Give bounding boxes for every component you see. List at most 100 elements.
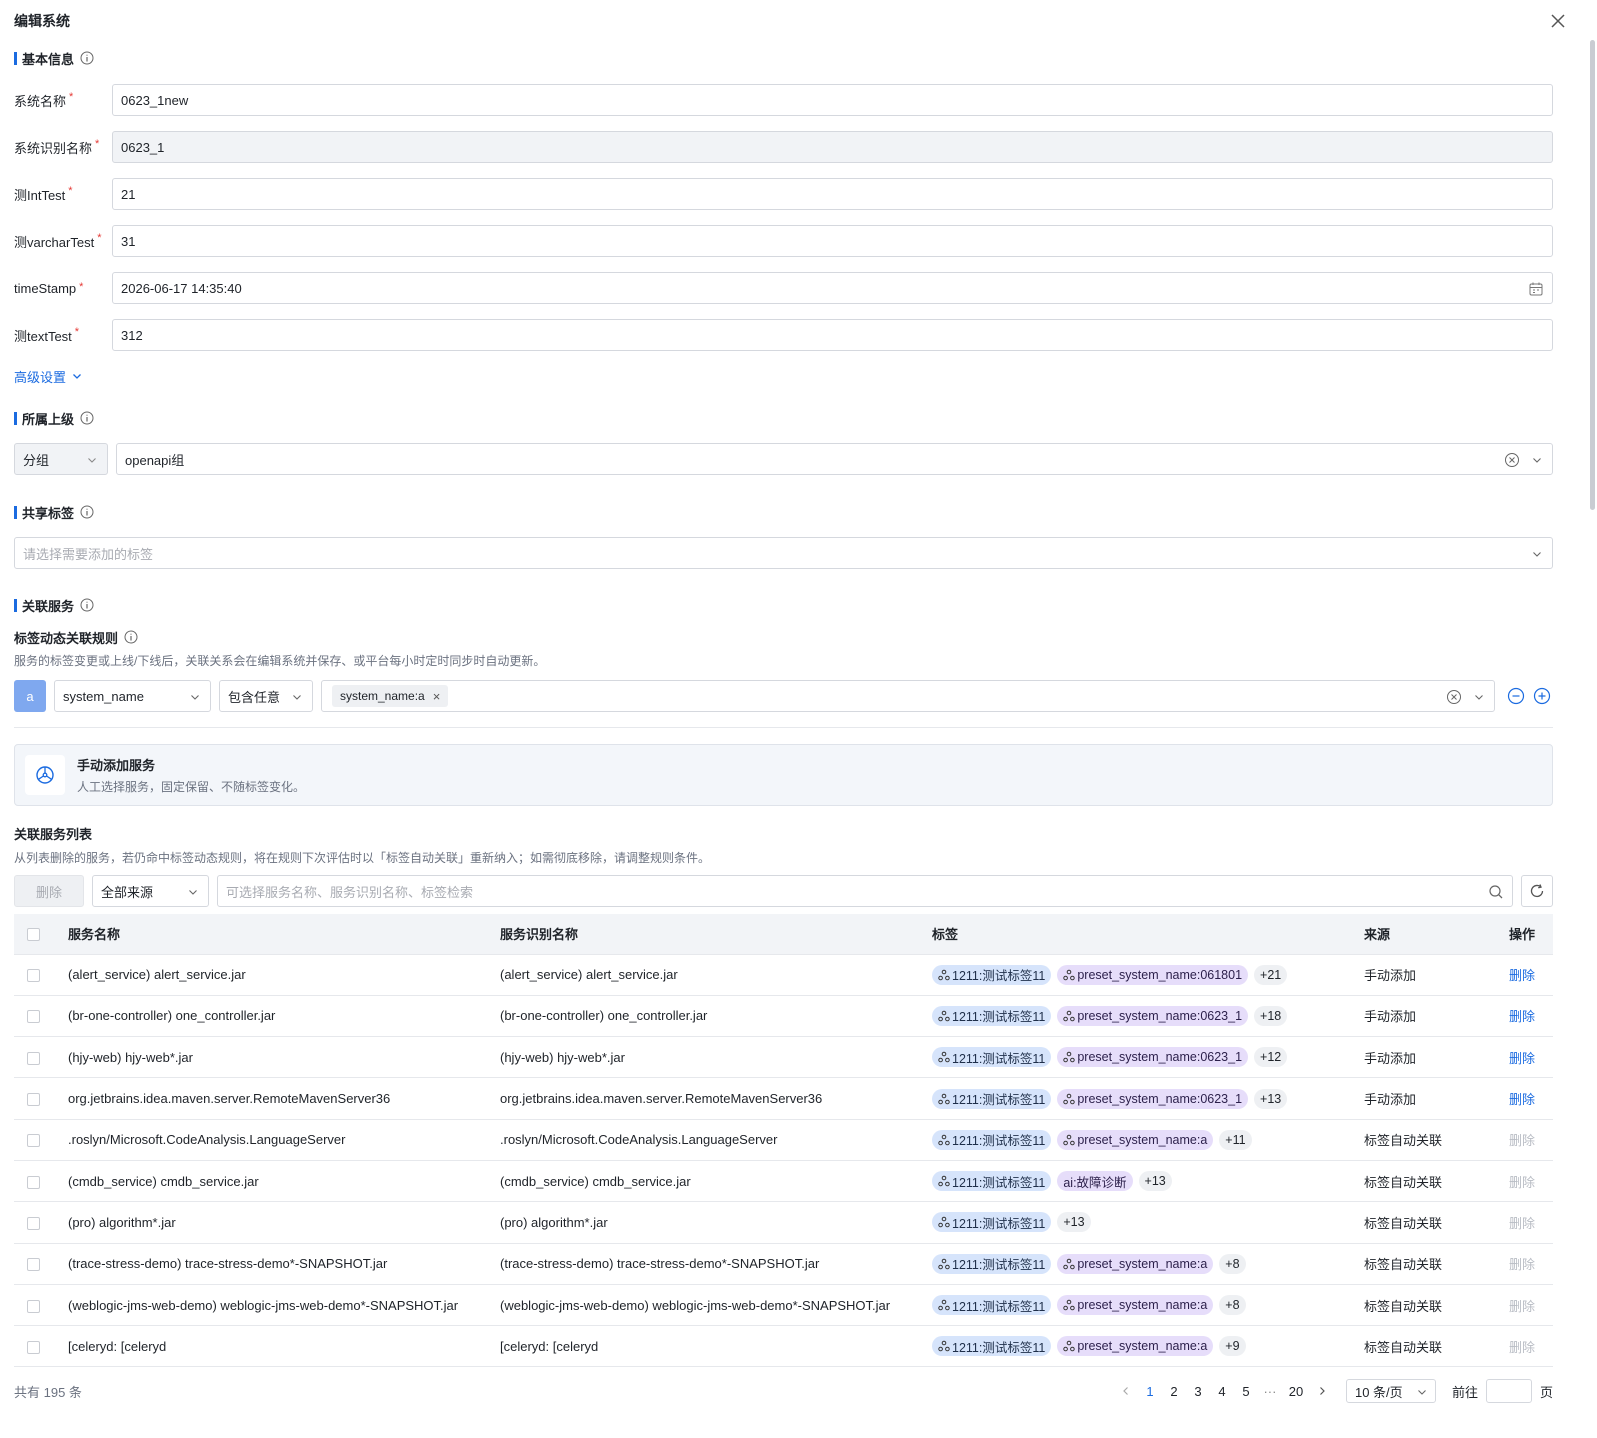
required-mark: *	[69, 90, 74, 103]
row-checkbox[interactable]	[27, 1134, 40, 1148]
minus-circle-icon[interactable]	[1507, 687, 1525, 705]
int-test-input[interactable]: 21	[112, 178, 1553, 210]
chevron-down-icon	[73, 374, 81, 379]
clear-circle-icon[interactable]	[1446, 689, 1462, 705]
tag-label: 1211:测试标签11	[952, 1134, 1046, 1149]
page-button-5[interactable]: 5	[1234, 1384, 1258, 1399]
page-ellipsis[interactable]: ···	[1258, 1384, 1282, 1399]
info-icon[interactable]	[124, 630, 138, 644]
tag-more-chip[interactable]: +21	[1254, 964, 1288, 985]
refresh-button[interactable]	[1521, 875, 1553, 907]
tag-label: preset_system_name:a	[1077, 1256, 1208, 1271]
tag-more-chip[interactable]: +18	[1254, 1005, 1288, 1026]
row-checkbox[interactable]	[27, 1340, 40, 1354]
parent-type-select[interactable]: 分组	[14, 443, 108, 475]
clear-circle-icon[interactable]	[1504, 452, 1520, 468]
bulk-delete-button[interactable]: 删除	[14, 875, 84, 907]
tag-more-chip[interactable]: +9	[1219, 1336, 1246, 1357]
page-button-1[interactable]: 1	[1138, 1384, 1162, 1399]
tag-more-chip[interactable]: +13	[1254, 1088, 1288, 1109]
row-checkbox[interactable]	[27, 1010, 40, 1024]
row-checkbox[interactable]	[27, 1299, 40, 1313]
row-delete-link[interactable]: 删除	[1509, 968, 1535, 983]
tag-label: 1211:测试标签11	[952, 1258, 1046, 1273]
manual-add-desc: 人工选择服务，固定保留、不随标签变化。	[77, 780, 306, 794]
tag-chip: 1211:测试标签11	[932, 1212, 1052, 1233]
info-icon[interactable]	[80, 411, 94, 425]
rule-letter-badge: a	[14, 680, 46, 712]
tag-cluster-icon	[938, 1175, 950, 1187]
row-delete-link[interactable]: 删除	[1509, 1051, 1535, 1066]
service-source-cell: 标签自动关联	[1364, 1133, 1443, 1149]
column-header-tags[interactable]: 标签	[932, 914, 1364, 954]
row-delete-link[interactable]: 删除	[1509, 1092, 1535, 1107]
tag-more-chip[interactable]: +13	[1057, 1212, 1091, 1233]
table-header-row: 服务名称 服务识别名称 标签 来源 操作	[14, 914, 1553, 954]
row-checkbox[interactable]	[27, 1258, 40, 1272]
row-checkbox[interactable]	[27, 969, 40, 983]
page-button-2[interactable]: 2	[1162, 1384, 1186, 1399]
dialog-title: 编辑系统	[14, 13, 70, 29]
tag-more-chip[interactable]: +13	[1138, 1171, 1172, 1192]
service-name-cell: (trace-stress-demo) trace-stress-demo*-S…	[68, 1256, 388, 1272]
manual-add-text: 手动添加服务 人工选择服务，固定保留、不随标签变化。	[77, 755, 305, 795]
info-icon[interactable]	[80, 598, 94, 612]
chevron-left-icon[interactable]	[1114, 1379, 1138, 1403]
goto-page-input[interactable]	[1485, 1379, 1532, 1403]
service-tags-cell: 1211:测试标签11 preset_system_name:a +9	[932, 1326, 1364, 1367]
system-name-input[interactable]: 0623_1new	[112, 84, 1553, 116]
text-test-input[interactable]: 312	[112, 319, 1553, 351]
plus-circle-icon[interactable]	[1533, 687, 1551, 705]
page-size-select[interactable]: 10 条/页	[1345, 1379, 1436, 1403]
close-icon[interactable]	[1547, 10, 1569, 32]
shared-tags-select[interactable]: 请选择需要添加的标签	[14, 537, 1553, 569]
row-delete-link[interactable]: 删除	[1509, 1009, 1535, 1024]
row-checkbox[interactable]	[27, 1051, 40, 1065]
service-ident-cell: (br-one-controller) one_controller.jar	[500, 1008, 708, 1024]
source-filter-select[interactable]: 全部来源	[92, 875, 209, 907]
row-checkbox[interactable]	[27, 1093, 40, 1107]
info-icon[interactable]	[80, 51, 94, 65]
page-button-last[interactable]: 20	[1282, 1384, 1310, 1399]
select-all-checkbox[interactable]	[27, 928, 40, 942]
info-icon[interactable]	[80, 505, 94, 519]
advanced-settings-label: 高级设置	[14, 369, 67, 385]
page-button-3[interactable]: 3	[1186, 1384, 1210, 1399]
row-delete-link: 删除	[1509, 1133, 1536, 1149]
tag-more-chip[interactable]: +8	[1219, 1253, 1246, 1274]
search-icon[interactable]	[1488, 884, 1504, 900]
service-source-cell: 标签自动关联	[1364, 1215, 1443, 1231]
form-row-varchar-test: 测varcharTest * 31	[14, 225, 1553, 257]
table-row: (trace-stress-demo) trace-stress-demo*-S…	[14, 1243, 1553, 1285]
varchar-test-input[interactable]: 31	[112, 225, 1553, 257]
tag-more-chip[interactable]: +12	[1254, 1047, 1288, 1068]
column-header-name[interactable]: 服务名称	[68, 914, 500, 954]
column-header-source[interactable]: 来源	[1364, 914, 1509, 954]
manual-add-card[interactable]: 手动添加服务 人工选择服务，固定保留、不随标签变化。	[14, 744, 1553, 806]
chip-remove-icon[interactable]: ×	[433, 689, 441, 704]
rule-title: 标签动态关联规则	[14, 630, 119, 646]
rule-values-select[interactable]: system_name:a ×	[321, 680, 1495, 712]
calendar-icon[interactable]	[1528, 281, 1544, 297]
rule-field-select[interactable]: system_name	[54, 680, 211, 712]
row-checkbox[interactable]	[27, 1175, 40, 1189]
service-source-cell: 标签自动关联	[1364, 1339, 1443, 1355]
page-button-4[interactable]: 4	[1210, 1384, 1234, 1399]
rule-operator-select[interactable]: 包含任意	[219, 680, 313, 712]
tag-more-chip[interactable]: +8	[1219, 1295, 1246, 1316]
service-search-input[interactable]: 可选择服务名称、服务识别名称、标签检索	[217, 875, 1513, 907]
tag-label: preset_system_name:a	[1077, 1339, 1208, 1354]
service-ident-cell: (weblogic-jms-web-demo) weblogic-jms-web…	[500, 1297, 891, 1313]
scrollbar-thumb[interactable]	[1590, 40, 1595, 510]
chevron-right-icon[interactable]	[1310, 1379, 1334, 1403]
shared-tags-placeholder: 请选择需要添加的标签	[23, 546, 154, 562]
advanced-settings-toggle[interactable]: 高级设置	[14, 366, 83, 386]
parent-group-select[interactable]: openapi组	[116, 443, 1553, 475]
timestamp-input[interactable]: 2026-06-17 14:35:40	[112, 272, 1553, 304]
row-checkbox[interactable]	[27, 1216, 40, 1230]
tag-label: preset_system_name:061801	[1077, 967, 1243, 982]
column-header-ident[interactable]: 服务识别名称	[500, 914, 932, 954]
section-bar	[14, 51, 17, 65]
rule-row: a system_name 包含任意 system_name:a ×	[14, 680, 1553, 712]
tag-more-chip[interactable]: +11	[1219, 1129, 1252, 1150]
